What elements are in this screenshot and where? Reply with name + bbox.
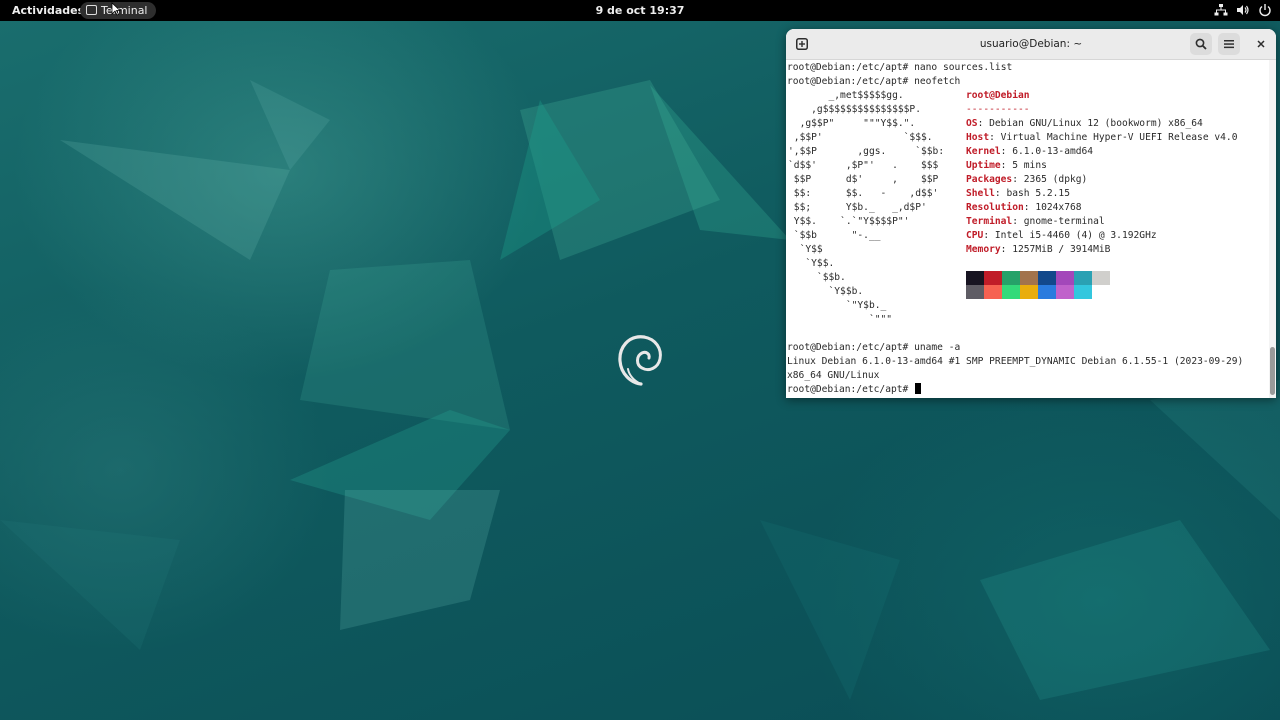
terminal-line: root@Debian:/etc/apt# neofetch	[787, 76, 961, 87]
hamburger-menu-icon	[1224, 40, 1234, 49]
info-value: 1024x768	[1035, 202, 1082, 213]
top-bar: Actividades Terminal 9 de oct 19:37	[0, 0, 1280, 21]
ascii-art-line: `"""	[868, 314, 893, 325]
info-key: OS	[966, 118, 978, 129]
info-value: Virtual Machine Hyper-V UEFI Release v4.…	[1000, 132, 1238, 143]
ascii-art-line: `Y$$.	[805, 258, 835, 269]
palette-row	[966, 271, 1110, 285]
palette-swatch	[1056, 285, 1074, 299]
ascii-art-line: `$$b "-.__	[793, 230, 881, 241]
info-value: Debian GNU/Linux 12 (bookworm) x86_64	[989, 118, 1203, 129]
mouse-pointer-icon	[111, 2, 121, 16]
neofetch-info-row: OS: Debian GNU/Linux 12 (bookworm) x86_6…	[966, 118, 1203, 129]
palette-swatch	[1038, 271, 1056, 285]
info-key: Shell	[966, 188, 995, 199]
terminal-window[interactable]: usuario@Debian: ~ root@Debian:/etc/apt# …	[786, 29, 1276, 398]
close-button[interactable]	[1250, 33, 1272, 55]
clock-container: 9 de oct 19:37	[0, 0, 1280, 21]
search-button[interactable]	[1190, 33, 1212, 55]
palette-swatch	[1092, 271, 1110, 285]
menu-button[interactable]	[1218, 33, 1240, 55]
info-key: Terminal	[966, 216, 1013, 227]
color-palette	[966, 271, 1110, 299]
palette-swatch	[1074, 285, 1092, 299]
search-icon	[1195, 38, 1207, 50]
volume-icon[interactable]	[1236, 3, 1250, 17]
palette-swatch	[966, 285, 984, 299]
palette-swatch	[1020, 285, 1038, 299]
ascii-art-line: $$: $$. - ,d$$'	[793, 188, 939, 199]
terminal-titlebar[interactable]: usuario@Debian: ~	[786, 29, 1276, 60]
scrollbar-thumb[interactable]	[1270, 347, 1275, 395]
palette-swatch	[1038, 285, 1056, 299]
palette-swatch	[984, 285, 1002, 299]
power-icon[interactable]	[1258, 3, 1272, 17]
network-icon[interactable]	[1214, 3, 1228, 17]
neofetch-info-row: Memory: 1257MiB / 3914MiB	[966, 244, 1111, 255]
terminal-scrollbar[interactable]	[1269, 60, 1276, 398]
ascii-art-line: `Y$$	[799, 244, 823, 255]
text-cursor	[915, 383, 922, 394]
activities-button[interactable]: Actividades	[6, 2, 90, 19]
info-value: 1257MiB / 3914MiB	[1012, 244, 1111, 255]
info-key: CPU	[966, 230, 984, 241]
neofetch-separator: -----------	[966, 104, 1030, 115]
ascii-art-line: ,$$P' `$$$.	[793, 132, 933, 143]
terminal-icon	[86, 5, 97, 15]
terminal-line: Linux Debian 6.1.0-13-amd64 #1 SMP PREEM…	[787, 356, 1244, 367]
ascii-art-line: $$P d$' , $$P	[793, 174, 939, 185]
terminal-prompt-line[interactable]: root@Debian:/etc/apt#	[787, 383, 922, 397]
app-menu-label: Terminal	[101, 4, 148, 17]
ascii-art-line: `d$$' ,$P"' . $$$	[788, 160, 939, 171]
palette-swatch	[1002, 285, 1020, 299]
neofetch-info-row: Kernel: 6.1.0-13-amd64	[966, 146, 1094, 157]
debian-logo-icon	[618, 335, 662, 386]
info-key: Resolution	[966, 202, 1024, 213]
info-value: 6.1.0-13-amd64	[1012, 146, 1094, 157]
info-value: gnome-terminal	[1023, 216, 1105, 227]
neofetch-info-row: Uptime: 5 mins	[966, 160, 1047, 171]
ascii-art-line: Y$$. `.`"Y$$$$P"'	[793, 216, 910, 227]
info-key: Kernel	[966, 146, 1001, 157]
neofetch-user-host: root@Debian	[966, 90, 1030, 101]
palette-swatch	[984, 271, 1002, 285]
info-key: Packages	[966, 174, 1013, 185]
info-value: 5 mins	[1012, 160, 1047, 171]
terminal-line: x86_64 GNU/Linux	[787, 370, 880, 381]
info-key: Host	[966, 132, 990, 143]
system-tray[interactable]	[1214, 3, 1272, 18]
ascii-art-line: $$; Y$b._ _,d$P'	[793, 202, 927, 213]
clock[interactable]: 9 de oct 19:37	[596, 4, 685, 17]
terminal-line: root@Debian:/etc/apt# nano sources.list	[787, 62, 1013, 73]
ascii-art-line: _,met$$$$$gg.	[828, 90, 904, 101]
neofetch-info-row: Host: Virtual Machine Hyper-V UEFI Relea…	[966, 132, 1238, 143]
terminal-output[interactable]: root@Debian:/etc/apt# nano sources.list …	[786, 60, 1268, 398]
neofetch-info-row: Shell: bash 5.2.15	[966, 188, 1070, 199]
neofetch-info-row: Packages: 2365 (dpkg)	[966, 174, 1088, 185]
terminal-line: root@Debian:/etc/apt# uname -a	[787, 342, 961, 353]
ascii-art-line: ',$$P ,ggs. `$$b:	[788, 146, 945, 157]
palette-swatch	[1092, 285, 1110, 299]
neofetch-info-row: Resolution: 1024x768	[966, 202, 1082, 213]
ascii-art-line: ,g$$P" """Y$$.".	[799, 118, 916, 129]
info-value: bash 5.2.15	[1006, 188, 1070, 199]
palette-swatch	[1002, 271, 1020, 285]
palette-swatch	[1074, 271, 1092, 285]
info-key: Uptime	[966, 160, 1001, 171]
info-key: Memory	[966, 244, 1001, 255]
terminal-prompt: root@Debian:/etc/apt#	[787, 384, 915, 395]
ascii-art-line: ,g$$$$$$$$$$$$$$$P.	[811, 104, 921, 115]
info-value: 2365 (dpkg)	[1023, 174, 1088, 185]
neofetch-info-row: CPU: Intel i5-4460 (4) @ 3.192GHz	[966, 230, 1157, 241]
palette-swatch	[1020, 271, 1038, 285]
palette-row	[966, 285, 1110, 299]
ascii-art-line: `Y$$b.	[828, 286, 864, 297]
palette-swatch	[1056, 271, 1074, 285]
info-value: Intel i5-4460 (4) @ 3.192GHz	[994, 230, 1157, 241]
ascii-art-line: `$$b.	[816, 272, 846, 283]
palette-swatch	[966, 271, 984, 285]
neofetch-info-row: Terminal: gnome-terminal	[966, 216, 1105, 227]
ascii-art-line: `"Y$b._	[845, 300, 887, 311]
close-icon	[1257, 40, 1265, 48]
